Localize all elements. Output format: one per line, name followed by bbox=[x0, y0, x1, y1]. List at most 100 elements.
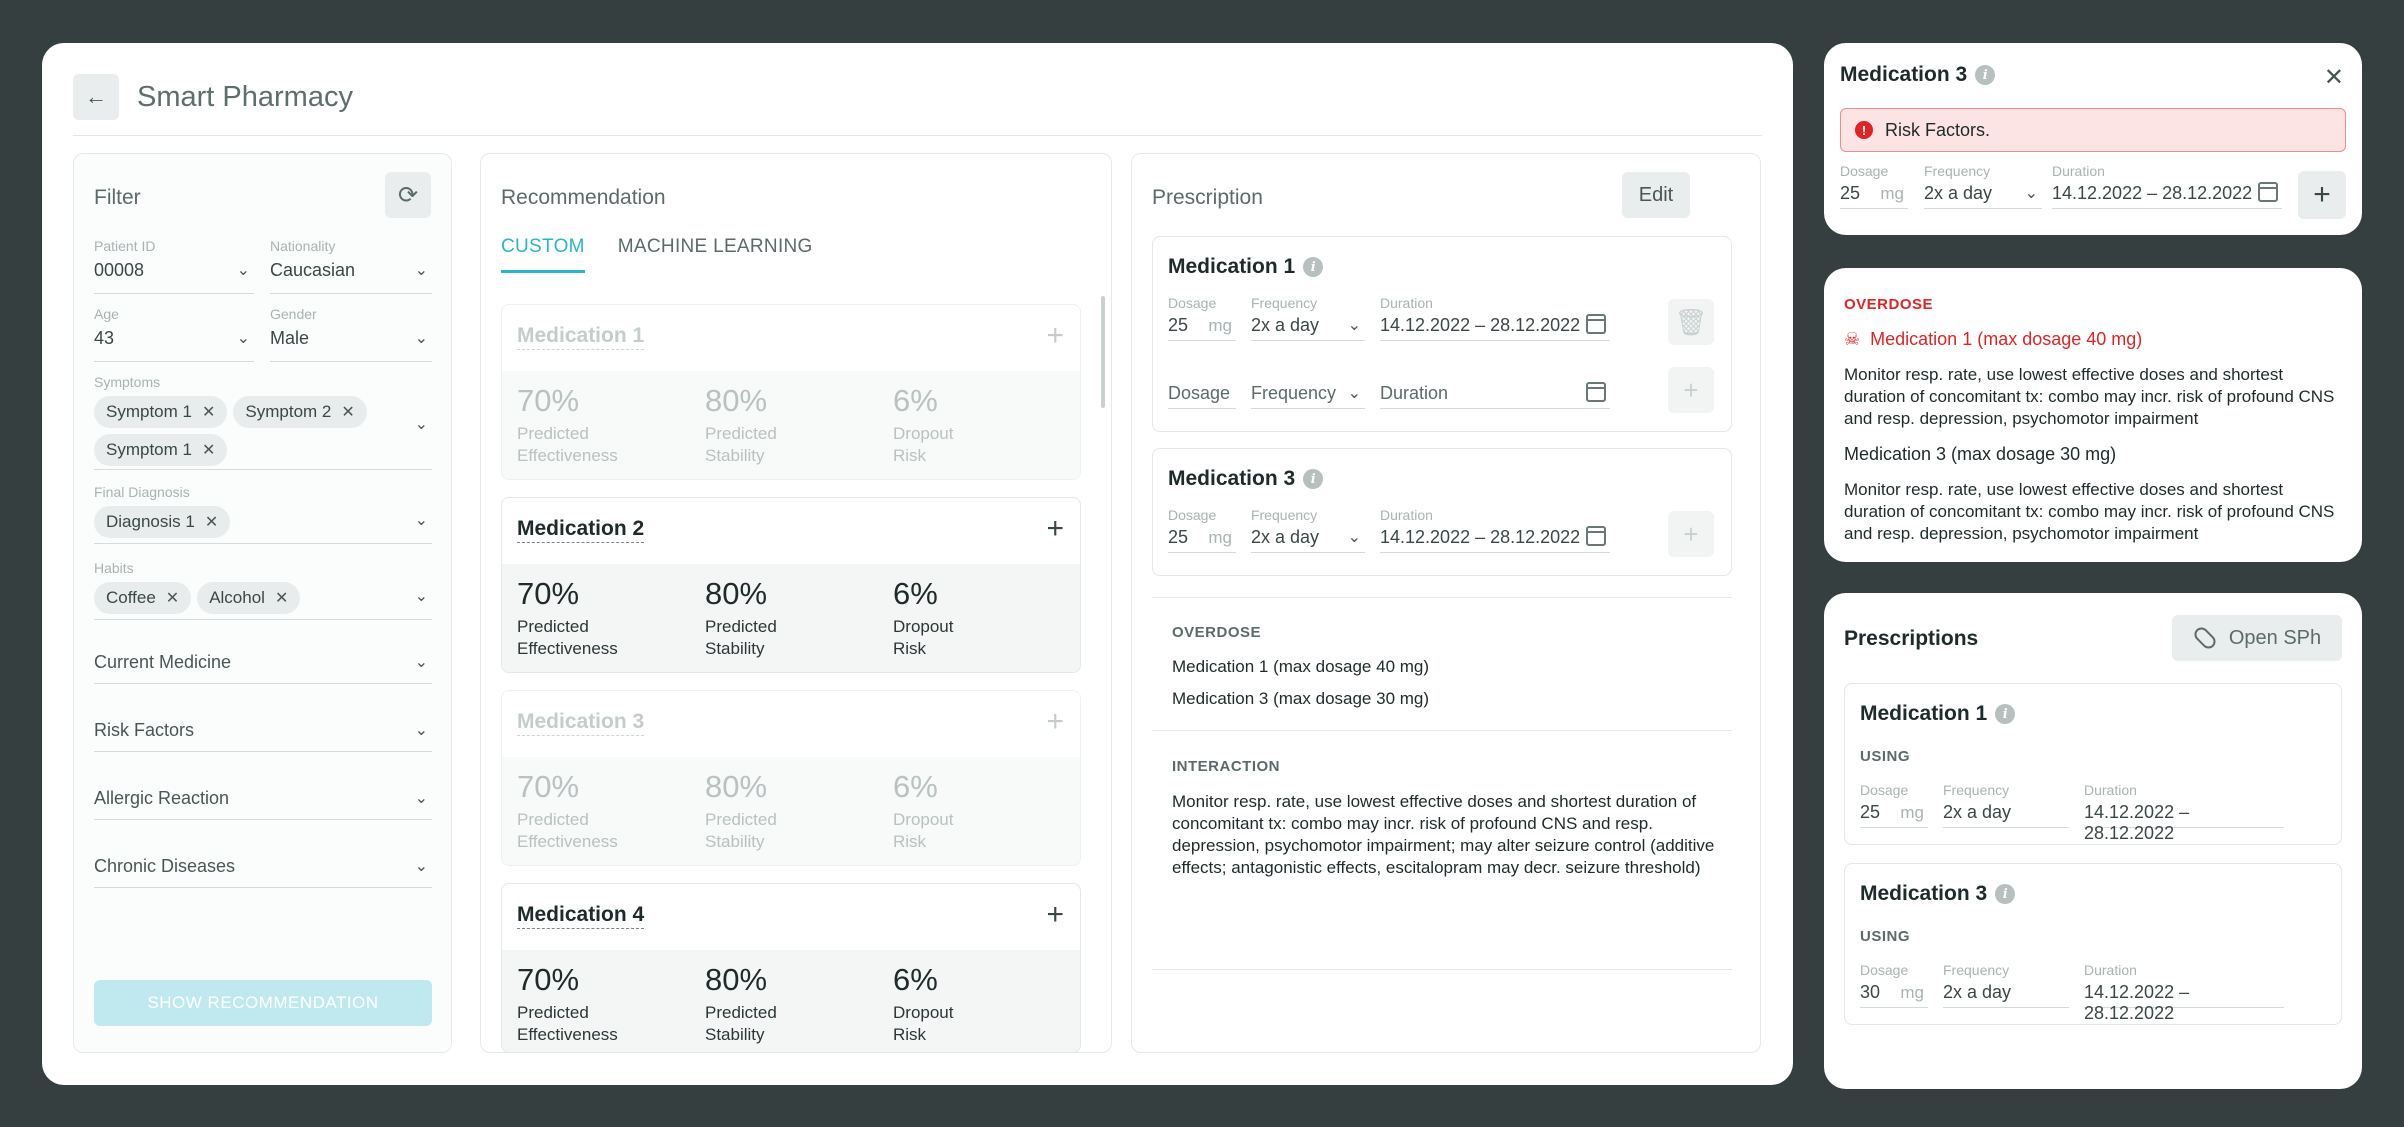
age-select[interactable]: Age 43 ⌄ bbox=[94, 306, 254, 362]
dosage-input[interactable]: Dosage 25 mg bbox=[1168, 295, 1236, 341]
dosage-input[interactable]: Dosage 25 mg bbox=[1168, 507, 1236, 553]
stability-stat: 80% Predicted Stability bbox=[705, 576, 777, 658]
medication-name[interactable]: Medication 2 bbox=[517, 517, 645, 543]
delete-button[interactable]: 🗑 bbox=[1668, 299, 1714, 345]
medication-name[interactable]: Medication 4 bbox=[517, 903, 645, 929]
dosage-field: Dosage 30 mg bbox=[1860, 962, 1928, 1008]
info-icon[interactable]: i bbox=[1995, 704, 2016, 724]
plus-icon[interactable]: + bbox=[1046, 705, 1064, 739]
gender-value: Male bbox=[270, 328, 310, 348]
add-row-button[interactable]: + bbox=[1668, 511, 1714, 557]
medication-card-3[interactable]: Medication 3 + 70% Predicted Effectiveness … bbox=[501, 690, 1081, 866]
overdose-section: OVERDOSE Medication 1 (max dosage 40 mg)… bbox=[1172, 624, 1430, 708]
duration-field: Duration 14.12.2022 – 28.12.2022 bbox=[2084, 962, 2284, 1023]
info-icon[interactable]: i bbox=[1303, 257, 1324, 277]
chip[interactable]: Symptom 2 ✕ bbox=[233, 396, 367, 428]
dosage-input-empty[interactable]: Dosage bbox=[1168, 363, 1236, 409]
chevron-down-icon: ⌄ bbox=[236, 262, 250, 279]
dosage-field: Dosage 25 mg bbox=[1860, 782, 1928, 828]
refresh-button[interactable]: ⟳ bbox=[385, 172, 431, 218]
habits-label: Habits bbox=[94, 560, 134, 576]
frequency-select[interactable]: Frequency 2x a day ⌄ bbox=[1251, 295, 1365, 341]
tab-custom[interactable]: CUSTOM bbox=[501, 236, 585, 273]
age-label: Age bbox=[94, 306, 119, 322]
nationality-value: Caucasian bbox=[270, 260, 356, 280]
plus-icon[interactable]: + bbox=[1046, 512, 1064, 546]
medication-card-4[interactable]: Medication 4 + 70% Predicted Effectiveness … bbox=[501, 883, 1081, 1053]
duration-input-empty[interactable]: Duration bbox=[1380, 363, 1610, 409]
calendar-icon[interactable] bbox=[1586, 314, 1606, 334]
chevron-down-icon: ⌄ bbox=[236, 330, 250, 347]
dropout-stat: 6% Dropout Risk bbox=[893, 576, 954, 658]
medication-card-2[interactable]: Medication 2 + 70% Predicted Effectiveness … bbox=[501, 497, 1081, 673]
frequency-field: Frequency 2x a day bbox=[1943, 782, 2069, 828]
chip[interactable]: Symptom 1 ✕ bbox=[94, 396, 228, 428]
edit-button[interactable]: Edit bbox=[1622, 172, 1690, 218]
info-icon[interactable]: i bbox=[1995, 884, 2016, 904]
close-icon[interactable]: ✕ bbox=[341, 402, 354, 422]
chip[interactable]: Diagnosis 1 ✕ bbox=[94, 506, 231, 538]
prescription-panel: Prescription Edit Medication 1 i Dosage 25… bbox=[1131, 153, 1761, 1053]
risk-factors-select[interactable]: Risk Factors ⌄ bbox=[94, 712, 432, 752]
nationality-select[interactable]: Nationality Caucasian ⌄ bbox=[270, 238, 432, 294]
close-icon[interactable]: ✕ bbox=[202, 402, 215, 422]
gender-label: Gender bbox=[270, 306, 317, 322]
medication-card-1[interactable]: Medication 1 + 70% Predicted Effectiveness … bbox=[501, 304, 1081, 480]
chevron-down-icon: ⌄ bbox=[414, 416, 428, 433]
dropout-stat: 6% Dropout Risk bbox=[893, 769, 954, 851]
close-icon[interactable]: ✕ bbox=[202, 440, 215, 460]
chip[interactable]: Symptom 1 ✕ bbox=[94, 434, 228, 466]
open-sph-button[interactable]: Open SPh bbox=[2172, 615, 2342, 661]
chevron-down-icon: ⌄ bbox=[1347, 317, 1361, 334]
tab-machine-learning[interactable]: MACHINE LEARNING bbox=[618, 236, 813, 273]
dosage-input[interactable]: Dosage 25 mg bbox=[1840, 163, 1908, 209]
stability-stat: 80% Predicted Stability bbox=[705, 383, 777, 465]
calendar-icon[interactable] bbox=[1586, 526, 1606, 546]
frequency-select[interactable]: Frequency 2x a day ⌄ bbox=[1924, 163, 2042, 209]
duration-input[interactable]: Duration 14.12.2022 – 28.12.2022 bbox=[2052, 163, 2282, 209]
info-icon[interactable]: i bbox=[1975, 65, 1996, 85]
show-recommendation-button[interactable]: SHOW RECOMMENDATION bbox=[94, 980, 432, 1026]
pill-icon bbox=[2191, 624, 2219, 652]
overdose-card: OVERDOSE ☠ Medication 1 (max dosage 40 mg… bbox=[1824, 268, 2362, 562]
scrollbar[interactable] bbox=[1101, 296, 1105, 408]
medication-name[interactable]: Medication 3 bbox=[517, 710, 645, 736]
filter-panel: Filter ⟳ Patient ID 00008 ⌄ Nationality … bbox=[73, 153, 452, 1053]
frequency-select[interactable]: Frequency 2x a day ⌄ bbox=[1251, 507, 1365, 553]
add-button[interactable]: + bbox=[2298, 171, 2346, 219]
plus-icon[interactable]: + bbox=[1046, 319, 1064, 353]
patient-id-select[interactable]: Patient ID 00008 ⌄ bbox=[94, 238, 254, 294]
plus-icon[interactable]: + bbox=[1046, 898, 1064, 932]
chronic-diseases-select[interactable]: Chronic Diseases ⌄ bbox=[94, 848, 432, 888]
close-icon[interactable]: ✕ bbox=[205, 512, 218, 532]
recommendation-panel: Recommendation CUSTOM MACHINE LEARNING M… bbox=[480, 153, 1112, 1053]
gender-select[interactable]: Gender Male ⌄ bbox=[270, 306, 432, 362]
back-button[interactable]: ← bbox=[73, 74, 119, 120]
close-icon[interactable]: ✕ bbox=[275, 588, 288, 608]
symptoms-select[interactable]: Symptoms Symptom 1 ✕ Symptom 2 ✕ Symptom 1 ✕ … bbox=[94, 374, 432, 470]
frequency-select-empty[interactable]: Frequency ⌄ bbox=[1251, 363, 1365, 409]
duration-input[interactable]: Duration 14.12.2022 – 28.12.2022 bbox=[1380, 507, 1610, 553]
habits-select[interactable]: Habits Coffee ✕ Alcohol ✕ ⌄ bbox=[94, 560, 432, 620]
medication-name[interactable]: Medication 1 bbox=[517, 324, 645, 350]
chip[interactable]: Alcohol ✕ bbox=[197, 582, 301, 614]
duration-input[interactable]: Duration 14.12.2022 – 28.12.2022 bbox=[1380, 295, 1610, 341]
close-icon[interactable]: ✕ bbox=[166, 588, 179, 608]
current-medicine-select[interactable]: Current Medicine ⌄ bbox=[94, 644, 432, 684]
skull-icon: ☠ bbox=[1844, 329, 1861, 349]
allergic-reaction-select[interactable]: Allergic Reaction ⌄ bbox=[94, 780, 432, 820]
plus-icon: + bbox=[1683, 518, 1699, 549]
final-diagnosis-select[interactable]: Final Diagnosis Diagnosis 1 ✕ ⌄ bbox=[94, 484, 432, 544]
close-icon[interactable]: ✕ bbox=[2324, 63, 2344, 92]
filter-title: Filter bbox=[94, 186, 141, 209]
add-row-button[interactable]: + bbox=[1668, 367, 1714, 413]
risk-alert: ! Risk Factors. bbox=[1840, 108, 2346, 152]
chip[interactable]: Coffee ✕ bbox=[94, 582, 192, 614]
effectiveness-stat: 70% Predicted Effectiveness bbox=[517, 383, 618, 465]
symptoms-label: Symptoms bbox=[94, 374, 161, 390]
calendar-icon[interactable] bbox=[1586, 382, 1606, 402]
nationality-label: Nationality bbox=[270, 238, 336, 254]
chevron-down-icon: ⌄ bbox=[1347, 529, 1361, 546]
info-icon[interactable]: i bbox=[1303, 469, 1324, 489]
calendar-icon[interactable] bbox=[2258, 182, 2278, 202]
